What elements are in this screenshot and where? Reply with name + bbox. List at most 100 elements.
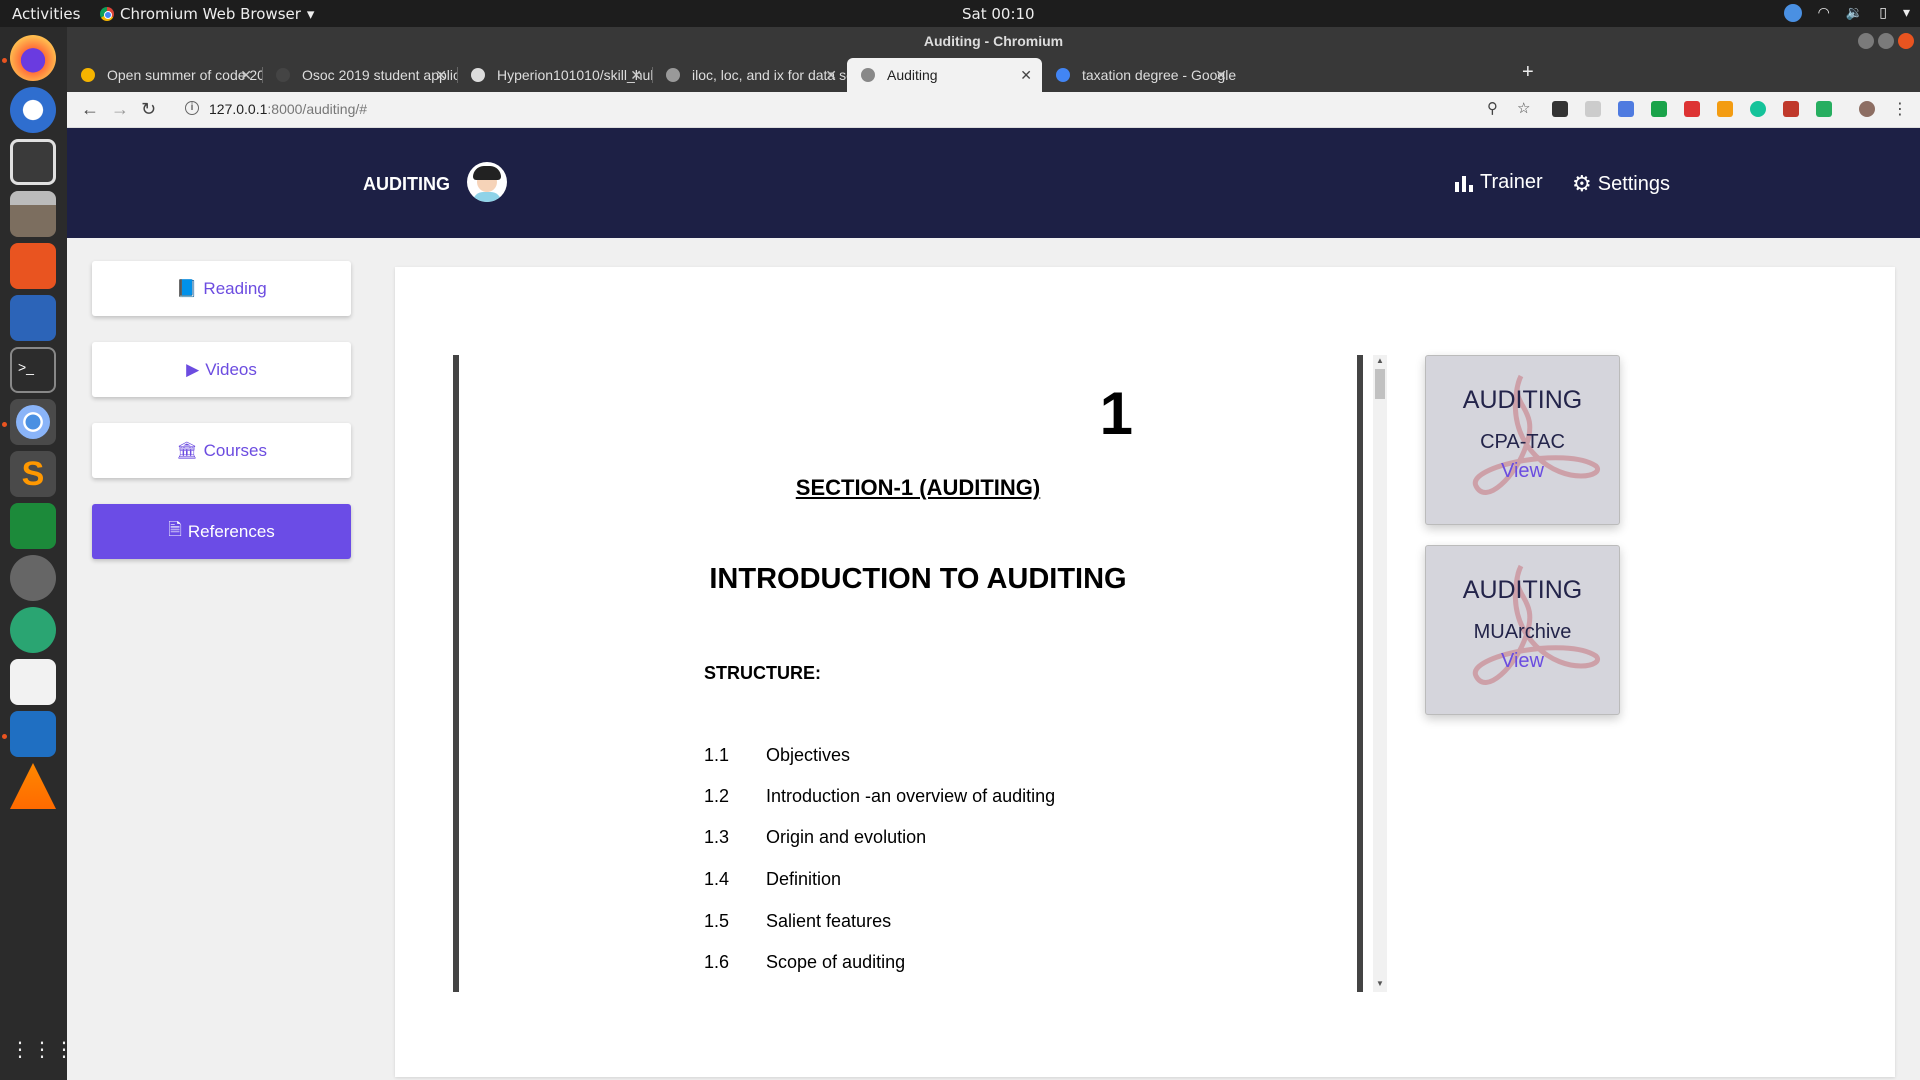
close-tab-icon[interactable]: ✕	[1215, 58, 1227, 92]
browser-tab[interactable]: taxation degree - Google ✕	[1042, 58, 1237, 92]
sidebar-item-courses[interactable]: 🏛 Courses	[92, 423, 351, 478]
url-host: 127.0.0.1	[209, 101, 268, 117]
firefox-icon[interactable]	[10, 35, 56, 81]
favicon-icon	[861, 68, 875, 82]
web-page: AUDITING Trainer ⚙ Settings 📘 Reading ▶ …	[67, 128, 1920, 1080]
site-info-icon[interactable]: i	[185, 101, 199, 115]
tab-strip: Open summer of code 20 ✕ Osoc 2019 student…	[67, 55, 1920, 92]
chromium-icon[interactable]	[10, 399, 56, 445]
play-icon: ▶	[186, 359, 200, 379]
activities-button[interactable]: Activities	[12, 5, 80, 23]
caret-down-icon: ▾	[306, 5, 315, 23]
tab-title: Auditing	[887, 67, 938, 83]
minimize-button[interactable]	[1858, 33, 1874, 49]
os-top-bar: Activities Chromium Web Browser ▾ Sat 00…	[0, 0, 1920, 27]
avatar[interactable]	[467, 162, 507, 202]
browser-tab[interactable]: iloc, loc, and ix for data se ✕	[652, 58, 847, 92]
nav-trainer-label: Trainer	[1480, 171, 1543, 193]
system-tray[interactable]: ◠ 🔉 ▯ ▾	[1783, 4, 1910, 22]
section-heading: SECTION-1 (AUDITING)	[795, 475, 1041, 500]
reference-title: AUDITING	[1462, 386, 1583, 414]
browser-tab[interactable]: Osoc 2019 student applic ✕	[262, 58, 457, 92]
view-link[interactable]: View	[1426, 650, 1619, 673]
brand-title[interactable]: AUDITING	[363, 174, 450, 195]
back-icon[interactable]: ←	[81, 99, 99, 120]
toc-item: 1.1 Objectives	[704, 745, 851, 765]
chrome-status-icon[interactable]	[1783, 4, 1802, 22]
extension-icon[interactable]	[1717, 101, 1733, 117]
browser-tab[interactable]: Auditing ✕	[847, 58, 1042, 92]
reference-title: AUDITING	[1462, 576, 1583, 604]
browser-toolbar: ← → ↻ i 127.0.0.1:8000/auditing/# ⚲ ☆ ⋮	[67, 92, 1920, 128]
sidebar-item-reading[interactable]: 📘 Reading	[92, 261, 351, 316]
zoom-icon[interactable]: ⚲	[1487, 99, 1498, 117]
checkmark-extension-icon[interactable]	[1651, 101, 1667, 117]
tab-title: Open summer of code 20	[107, 67, 262, 83]
profile-avatar-icon[interactable]	[1859, 101, 1875, 117]
reference-card[interactable]: AUDITING MUArchive View	[1425, 545, 1620, 715]
tab-separator	[652, 67, 653, 83]
settings-icon[interactable]	[10, 555, 56, 601]
clock[interactable]: Sat 00:10	[962, 5, 1035, 23]
window-title: Auditing - Chromium	[923, 33, 1064, 49]
maximize-button[interactable]	[1878, 33, 1894, 49]
app-menu-label: Chromium Web Browser	[120, 5, 301, 23]
close-tab-icon[interactable]: ✕	[1020, 58, 1032, 92]
reference-card[interactable]: AUDITING CPA-TAC View	[1425, 355, 1620, 525]
vlc-icon[interactable]	[10, 763, 56, 809]
pdf-scrollbar[interactable]: ▲ ▼	[1373, 355, 1387, 992]
forward-icon[interactable]: →	[111, 99, 129, 120]
running-indicator	[2, 734, 7, 739]
sidebar-item-videos[interactable]: ▶ Videos	[92, 342, 351, 397]
thunderbird-icon[interactable]	[10, 87, 56, 133]
app-navbar: AUDITING Trainer ⚙ Settings	[67, 128, 1920, 238]
shield-extension-icon[interactable]	[1783, 101, 1799, 117]
scrollbar-thumb[interactable]	[1375, 369, 1385, 399]
translate-extension-icon[interactable]	[1618, 101, 1634, 117]
extension-icon[interactable]	[1816, 101, 1832, 117]
close-tab-icon[interactable]: ✕	[630, 58, 642, 92]
calc-icon[interactable]	[10, 503, 56, 549]
evince-icon[interactable]	[10, 659, 56, 705]
sidebar-item-references[interactable]: 🗎 References	[92, 504, 351, 559]
running-indicator	[2, 422, 7, 427]
scroll-up-arrow-icon[interactable]: ▲	[1376, 356, 1384, 365]
pdf-viewer[interactable]: 1 SECTION-1 (AUDITING) INTRODUCTION TO A…	[453, 355, 1363, 992]
browser-tab[interactable]: Hyperion101010/skill_hul ✕	[457, 58, 652, 92]
terminal-icon[interactable]: >_	[10, 347, 56, 393]
view-link[interactable]: View	[1426, 460, 1619, 483]
bookmark-star-icon[interactable]: ☆	[1517, 99, 1530, 117]
scroll-down-arrow-icon[interactable]: ▼	[1376, 979, 1384, 988]
close-window-button[interactable]	[1898, 33, 1914, 49]
book-icon: 📘	[176, 278, 198, 298]
volume-icon: 🔉	[1845, 5, 1864, 21]
menu-kebab-icon[interactable]: ⋮	[1892, 99, 1908, 119]
app-menu[interactable]: Chromium Web Browser ▾	[100, 5, 314, 23]
favicon-icon	[1056, 68, 1070, 82]
address-bar[interactable]: 127.0.0.1:8000/auditing/#	[209, 101, 367, 117]
rhythmbox-icon[interactable]	[10, 139, 56, 185]
favicon-icon	[81, 68, 95, 82]
extension-icon[interactable]	[1552, 101, 1568, 117]
toc-item: 1.6 Scope of auditing	[704, 952, 906, 972]
new-tab-button[interactable]: +	[1522, 61, 1534, 84]
browser-tab[interactable]: Open summer of code 20 ✕	[67, 58, 262, 92]
atom-icon[interactable]	[10, 607, 56, 653]
reload-icon[interactable]: ↻	[141, 99, 156, 120]
app-grid-icon[interactable]: ⋮⋮⋮	[10, 1027, 74, 1073]
writer-icon[interactable]	[10, 295, 56, 341]
close-tab-icon[interactable]: ✕	[435, 58, 447, 92]
nav-trainer-link[interactable]: Trainer	[1454, 171, 1543, 194]
tab-title: iloc, loc, and ix for data se	[692, 67, 847, 83]
sublime-icon[interactable]: S	[10, 451, 56, 497]
software-center-icon[interactable]	[10, 243, 56, 289]
extension-icon[interactable]	[1585, 101, 1601, 117]
vscode-icon[interactable]	[10, 711, 56, 757]
extension-badge-icon[interactable]	[1684, 101, 1700, 117]
nav-settings-link[interactable]: ⚙ Settings	[1572, 171, 1670, 197]
close-tab-icon[interactable]: ✕	[240, 58, 252, 92]
toc-item: 1.3 Origin and evolution	[704, 827, 927, 847]
close-tab-icon[interactable]: ✕	[825, 58, 837, 92]
files-icon[interactable]	[10, 191, 56, 237]
grammarly-icon[interactable]	[1750, 101, 1766, 117]
